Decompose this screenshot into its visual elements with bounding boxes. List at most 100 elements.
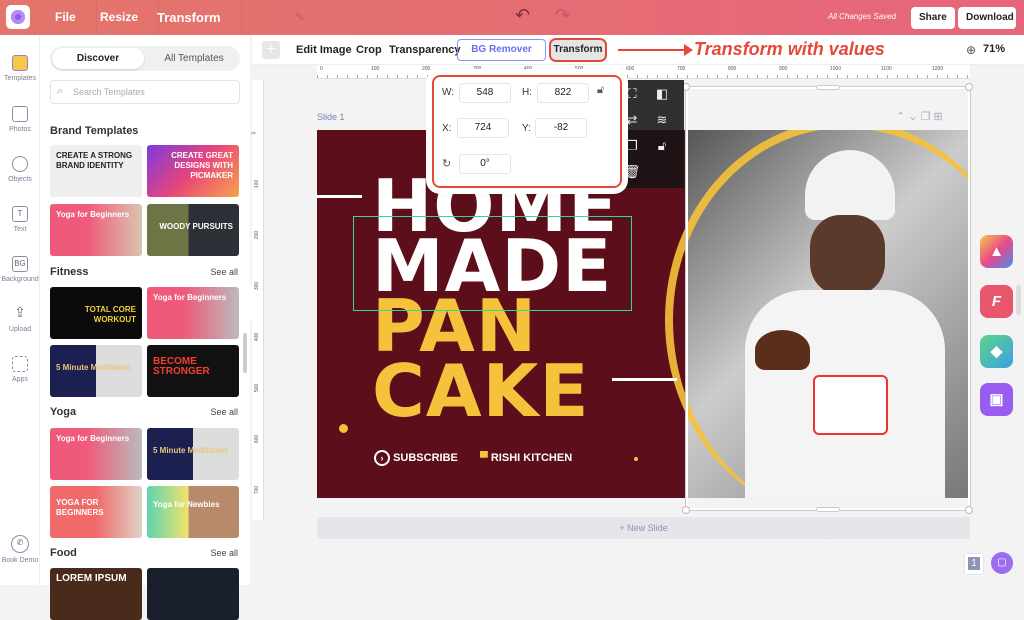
page-count[interactable]: 1: [964, 553, 984, 575]
rotation-icon: ↻: [442, 158, 452, 170]
template-thumb[interactable]: WOODY PURSUITS: [147, 204, 239, 256]
annotation-arrow: [618, 49, 688, 51]
upload-icon: ⇪: [14, 304, 26, 320]
download-button[interactable]: Download: [958, 7, 1016, 29]
ruler-tick-label: 300: [473, 66, 482, 72]
phone-icon: ✆: [11, 535, 29, 553]
delete-icon[interactable]: 🗑︎: [622, 164, 642, 180]
fit-icon[interactable]: ⛶: [622, 86, 642, 102]
ruler-tick-label: 1100: [881, 66, 892, 72]
template-thumb[interactable]: [147, 568, 239, 620]
see-all-link[interactable]: See all: [210, 267, 238, 277]
subscribe-label[interactable]: › SUBSCRIBE: [374, 450, 458, 466]
bg-icon: BG: [12, 256, 28, 272]
pencil-icon[interactable]: ✎: [295, 10, 305, 24]
template-thumb[interactable]: Yoga for Beginners: [50, 204, 142, 256]
headline-cake[interactable]: CAKE: [372, 355, 590, 427]
rail-templates[interactable]: Templates: [0, 55, 40, 82]
rail-objects[interactable]: Objects: [0, 156, 40, 183]
panel-scrollbar[interactable]: [243, 333, 247, 373]
menu-transform[interactable]: Transform: [137, 0, 242, 35]
see-all-link[interactable]: See all: [210, 548, 238, 558]
app-logo[interactable]: [6, 5, 30, 29]
add-icon[interactable]: +: [262, 41, 280, 59]
tab-discover[interactable]: Discover: [52, 48, 144, 69]
floating-image-toolbar: ⛶ ◧ ⇄ ≋ ❐ 🔓︎ 🗑︎: [618, 80, 684, 188]
template-thumb[interactable]: CREATE GREAT DESIGNS WITH PICMAKER: [147, 145, 239, 197]
app-icon-fill[interactable]: ◆: [980, 335, 1013, 368]
rail-upload[interactable]: ⇪ Upload: [0, 304, 40, 333]
height-input[interactable]: 822: [537, 83, 589, 103]
y-input[interactable]: -82: [535, 118, 587, 138]
search-input[interactable]: Search Templates: [50, 80, 240, 104]
rail-photos[interactable]: Photos: [0, 106, 40, 133]
resize-handle[interactable]: [816, 507, 840, 512]
ruler-tick-label: 800: [728, 66, 737, 72]
vertical-ruler: 0 100 200 300 400 500 600 700: [251, 80, 264, 520]
save-status: All Changes Saved: [828, 12, 897, 21]
template-thumb[interactable]: Yoga for Beginners: [50, 428, 142, 480]
ruler-tick-label: 0: [251, 131, 258, 135]
pot-icon: ▀: [480, 452, 488, 464]
replace-icon[interactable]: ⇄: [622, 112, 642, 128]
template-thumb[interactable]: YOGA FOR BEGINNERS: [50, 486, 142, 538]
ruler-tick-label: 0: [320, 66, 323, 72]
rail-background[interactable]: BG Background: [0, 256, 40, 283]
rail-apps[interactable]: Apps: [0, 356, 40, 383]
resize-handle[interactable]: [965, 506, 973, 514]
template-thumb[interactable]: 5 Minute Meditation: [147, 428, 239, 480]
template-thumb[interactable]: TOTAL CORE WORKOUT: [50, 287, 142, 339]
resize-handle[interactable]: [682, 506, 690, 514]
template-thumb[interactable]: 5 Minute Meditation: [50, 345, 142, 397]
chat-icon[interactable]: ▢: [991, 552, 1013, 574]
brand-label[interactable]: ▀ RISHI KITCHEN: [480, 452, 572, 464]
app-icon-image[interactable]: ▣: [980, 383, 1013, 416]
lock-icon[interactable]: 🔓︎: [652, 138, 672, 154]
new-slide-button[interactable]: + New Slide: [317, 517, 970, 539]
ruler-tick-label: 600: [626, 66, 635, 72]
undo-icon[interactable]: ↶: [515, 5, 530, 26]
template-thumb[interactable]: CREATE A STRONG BRAND IDENTITY: [50, 145, 142, 197]
rotation-input[interactable]: 0°: [459, 154, 511, 174]
flip-icon[interactable]: ◧: [652, 86, 672, 102]
ruler-tick-label: 100: [371, 66, 380, 72]
template-thumb[interactable]: BECOME STRONGER: [147, 345, 239, 397]
tab-all-templates[interactable]: All Templates: [150, 48, 238, 69]
resize-handle[interactable]: [816, 85, 840, 90]
bg-remover-button[interactable]: BG Remover: [457, 39, 546, 61]
see-all-link[interactable]: See all: [210, 407, 238, 417]
app-icon-fonts[interactable]: F: [980, 285, 1013, 318]
image-selection-frame[interactable]: [686, 87, 970, 510]
x-input[interactable]: 724: [457, 118, 509, 138]
rail-text[interactable]: T Text: [0, 206, 40, 233]
transparency-button[interactable]: Transparency: [389, 35, 461, 65]
resize-handle[interactable]: [965, 83, 973, 91]
layers-icon[interactable]: ≋: [652, 112, 672, 128]
width-input[interactable]: 548: [459, 83, 511, 103]
zoom-icon[interactable]: ⊕: [966, 43, 976, 57]
redo-icon[interactable]: ↷: [555, 5, 570, 26]
app-icon-picmaker[interactable]: ▲: [980, 235, 1013, 268]
duplicate-icon[interactable]: ❐: [622, 138, 642, 154]
rail-book-demo[interactable]: ✆ Book Demo: [0, 535, 40, 564]
photos-icon: [12, 106, 28, 122]
template-thumb[interactable]: Yoga for Beginners: [147, 287, 239, 339]
template-thumb[interactable]: LOREM IPSUM: [50, 568, 142, 620]
ruler-tick-label: 500: [575, 66, 584, 72]
template-thumb[interactable]: Yoga for Newbies: [147, 486, 239, 538]
ruler-tick-label: 300: [254, 281, 261, 291]
transform-button[interactable]: Transform: [549, 38, 607, 62]
ruler-tick-label: 700: [254, 485, 261, 495]
ruler-tick-label: 500: [254, 383, 261, 393]
crop-button[interactable]: Crop: [356, 35, 382, 65]
dot: [634, 457, 638, 461]
share-button[interactable]: Share: [911, 7, 955, 29]
ruler-tick-label: 200: [422, 66, 431, 72]
annotation-text: Transform with values: [694, 39, 885, 59]
text-icon: T: [12, 206, 28, 222]
zoom-level[interactable]: 71%: [983, 43, 1005, 55]
aspect-lock-icon[interactable]: 🔓︎: [597, 84, 604, 97]
edit-image-button[interactable]: Edit Image: [296, 35, 352, 65]
right-scrollbar[interactable]: [1016, 285, 1021, 315]
search-icon: ⌕: [57, 85, 64, 97]
